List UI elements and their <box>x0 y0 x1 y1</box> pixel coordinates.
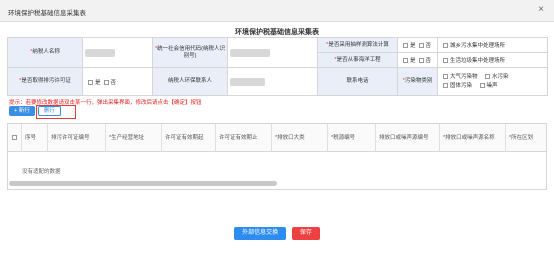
close-icon[interactable]: × <box>536 5 546 15</box>
pollutant-option[interactable]: 大气污染物 <box>440 73 478 82</box>
credit-code-value[interactable] <box>227 37 318 68</box>
no-checkbox[interactable] <box>418 58 424 64</box>
window-titlebar: 环境保护税基础信息采集表 × <box>0 0 554 22</box>
horizontal-scrollbar[interactable] <box>9 181 277 186</box>
column-header[interactable]: *生产经营地址 <box>106 124 162 152</box>
pollutant-option[interactable]: 水污染 <box>482 73 509 82</box>
form-title: 环境保护税基础信息采集表 <box>235 29 319 36</box>
yes-checkbox[interactable] <box>88 79 93 85</box>
column-header[interactable]: 许可证有效期起 <box>162 124 216 152</box>
column-header[interactable]: *税源编号 <box>328 124 376 152</box>
emission-permit-label: *是否取得排污许可证 <box>7 67 83 96</box>
urban-sewage-option[interactable]: 城乡污水集中处理场所 <box>437 37 548 53</box>
select-all-checkbox[interactable] <box>12 135 17 141</box>
column-header[interactable]: 许可证有效期止 <box>216 124 272 152</box>
column-header[interactable]: *排放口或噪声源名称 <box>440 124 506 152</box>
yes-checkbox[interactable] <box>403 43 408 49</box>
redacted-value <box>230 77 265 86</box>
offshore-label: *是否从事海洋工程 <box>317 52 398 68</box>
checkbox[interactable] <box>443 73 448 79</box>
checkbox[interactable] <box>479 82 485 88</box>
select-all-cell[interactable] <box>8 124 22 152</box>
highlight-box <box>36 105 76 119</box>
domestic-waste-checkbox[interactable] <box>443 58 448 64</box>
taxpayer-name-label: *纳税人名称 <box>7 37 83 68</box>
column-header[interactable]: *所在区划 <box>506 124 546 152</box>
checkbox[interactable] <box>443 82 448 88</box>
column-header[interactable]: 排放口或噪声源编号 <box>376 124 440 152</box>
footer-actions: 外部信息交换 保存 <box>0 227 554 240</box>
add-row-button[interactable]: + 新行 <box>9 106 35 116</box>
pollutant-option[interactable]: 固体污染 <box>440 82 472 91</box>
column-header[interactable]: 序号 <box>22 124 48 152</box>
external-exchange-button[interactable]: 外部信息交换 <box>234 227 287 240</box>
grid-header: 序号 排污许可证编号 *生产经营地址 许可证有效期起 许可证有效期止 *排放口大… <box>8 124 546 152</box>
save-button[interactable]: 保存 <box>291 227 320 240</box>
offshore-radio[interactable]: 是否 <box>397 52 438 68</box>
pollutant-category-label: *污染物类别 <box>397 67 438 96</box>
column-header[interactable]: 排污许可证编号 <box>48 124 106 152</box>
credit-code-label: *统一社会信用代码(纳税人识别号) <box>152 37 228 68</box>
no-checkbox[interactable] <box>418 43 424 49</box>
pollutant-option[interactable]: 噪声 <box>477 82 498 91</box>
contact-value[interactable] <box>227 67 318 96</box>
taxpayer-name-value[interactable] <box>82 37 153 68</box>
redacted-value <box>230 48 270 57</box>
emission-source-grid: 序号 排污许可证编号 *生产经营地址 许可证有效期起 许可证有效期止 *排放口大… <box>7 123 547 190</box>
sampling-calc-radio[interactable]: 是否 <box>397 37 438 53</box>
column-header[interactable]: *排放口大类 <box>272 124 328 152</box>
redacted-value <box>85 48 115 57</box>
yes-checkbox[interactable] <box>403 58 408 64</box>
window-title: 环境保护税基础信息采集表 <box>8 10 86 17</box>
emission-permit-radio[interactable]: 是否 <box>82 67 153 96</box>
no-checkbox[interactable] <box>103 79 109 85</box>
contact-label: 纳税人环保联系人 <box>152 67 228 96</box>
domestic-waste-option[interactable]: 生活垃圾集中处理场所 <box>437 52 548 68</box>
empty-message: 没有适配的数据 <box>22 169 61 175</box>
checkbox[interactable] <box>485 73 491 79</box>
phone-label: 联系电话 <box>317 67 398 96</box>
sampling-calc-label: *是否采用抽样测算法计算 <box>317 37 398 53</box>
urban-sewage-checkbox[interactable] <box>443 43 448 49</box>
basic-info-table: *纳税人名称 *统一社会信用代码(纳税人识别号) *是否采用抽样测算法计算 是否… <box>7 37 548 96</box>
pollutant-category-options[interactable]: 大气污染物 水污染 固体污染 噪声 <box>437 67 548 96</box>
